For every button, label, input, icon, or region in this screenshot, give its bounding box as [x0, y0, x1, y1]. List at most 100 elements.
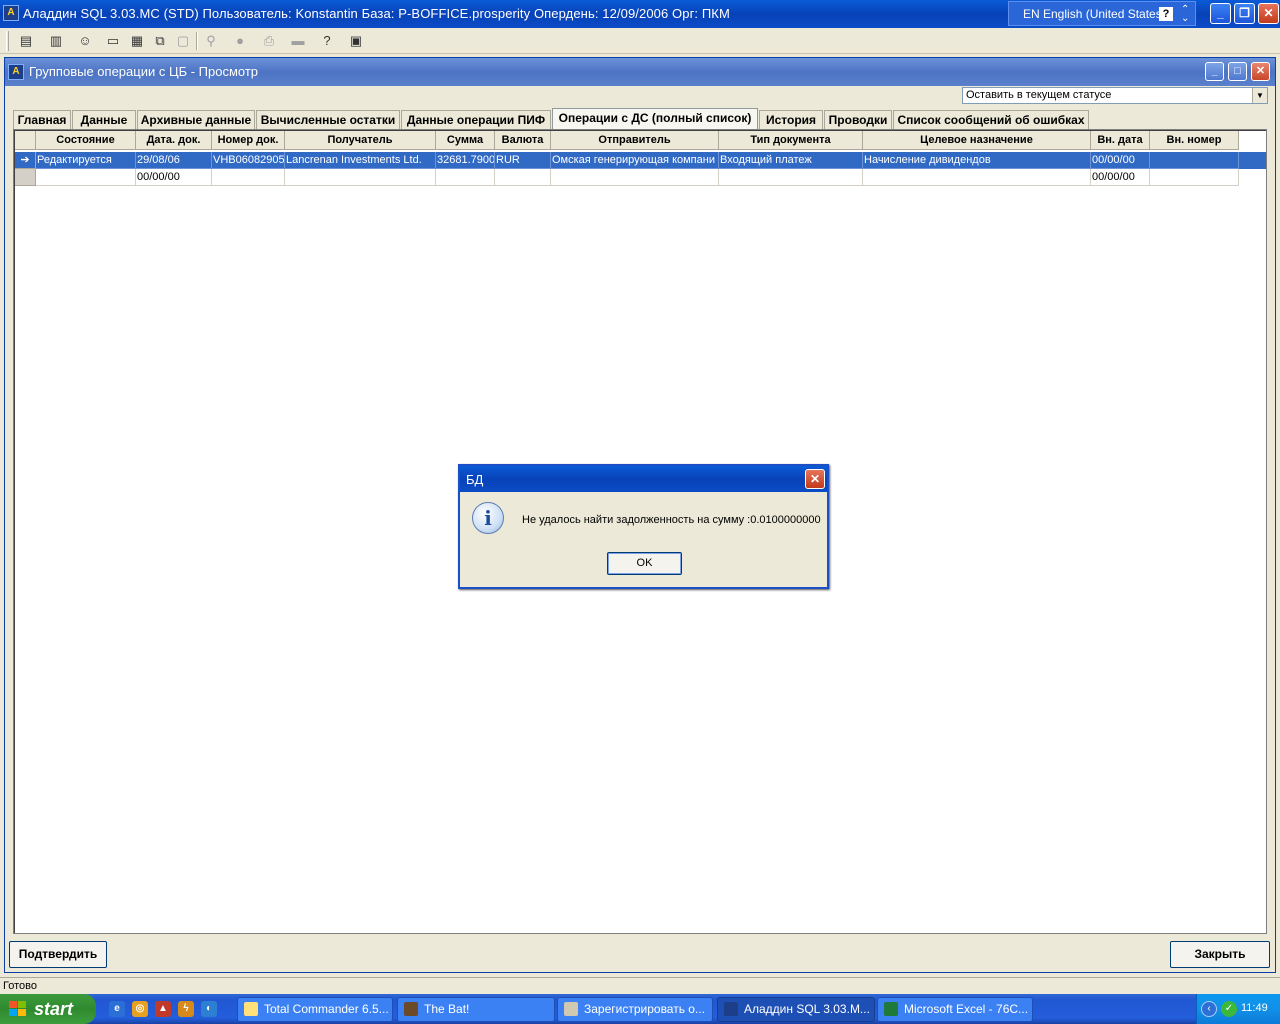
language-bar[interactable]: EN English (United States) ? ⌃ ⌄ — [1008, 1, 1196, 26]
lightning-icon[interactable]: ϟ — [178, 1001, 194, 1017]
close-window-button[interactable]: Закрыть — [1170, 941, 1270, 968]
table-row[interactable]: ➔ Редактируется 29/08/06 VHB06082905 Lan… — [15, 152, 1266, 169]
column-header[interactable]: Валюта — [495, 131, 551, 150]
tab-computed-balances[interactable]: Вычисленные остатки — [256, 110, 400, 130]
task-label: Зарегистрировать о... — [584, 1002, 705, 1016]
table-cell[interactable]: 00/00/00 — [136, 169, 212, 186]
child-close-button[interactable]: ✕ — [1251, 62, 1270, 81]
column-header[interactable]: Тип документа — [719, 131, 863, 150]
table-cell[interactable]: Редактируется — [36, 152, 136, 169]
child-titlebar[interactable]: A Групповые операции с ЦБ - Просмотр _ □… — [5, 58, 1275, 86]
column-header[interactable]: Дата. док. — [136, 131, 212, 150]
table-cell[interactable]: Входящий платеж — [719, 152, 863, 169]
language-bar-options-icon[interactable]: ⌃ ⌄ — [1181, 5, 1189, 24]
dialog-close-button[interactable]: ✕ — [805, 469, 825, 489]
tile-windows-icon[interactable]: ▦ — [127, 31, 147, 51]
status-select-value: Оставить в текущем статусе — [966, 89, 1112, 101]
table-cell[interactable]: RUR — [495, 152, 551, 169]
restore-button[interactable]: ❐ — [1234, 3, 1255, 24]
column-header[interactable]: Сумма — [436, 131, 495, 150]
cascade-windows-icon[interactable]: ⧉ — [150, 31, 170, 51]
table-cell[interactable] — [1150, 152, 1239, 169]
user-icon[interactable]: ☺ — [75, 31, 95, 51]
tab-main[interactable]: Главная — [13, 110, 71, 130]
child-window-icon[interactable]: A — [8, 64, 24, 80]
report-icon[interactable]: ▬ — [288, 31, 308, 51]
minimize-button[interactable]: _ — [1210, 3, 1231, 24]
tab-pif-operation-data[interactable]: Данные операции ПИФ — [401, 110, 551, 130]
calculator-icon[interactable]: ▤ — [16, 31, 36, 51]
internet-explorer-icon[interactable]: e — [109, 1001, 125, 1017]
tab-data[interactable]: Данные — [72, 110, 136, 130]
table-cell[interactable] — [863, 169, 1091, 186]
table-row[interactable]: 00/00/00 00/00/00 — [15, 169, 1239, 186]
table-cell[interactable] — [436, 169, 495, 186]
app-icon[interactable]: A — [3, 5, 19, 21]
table-cell[interactable] — [1150, 169, 1239, 186]
dialog-titlebar[interactable]: БД ✕ — [460, 466, 827, 492]
media-icon[interactable]: ◎ — [132, 1001, 148, 1017]
table-cell[interactable] — [285, 169, 436, 186]
table-cell[interactable] — [719, 169, 863, 186]
confirm-button[interactable]: Подтвердить — [9, 941, 107, 968]
column-header[interactable]: Состояние — [36, 131, 136, 150]
table-cell[interactable]: 00/00/00 — [1091, 152, 1150, 169]
table-cell[interactable]: VHB06082905 — [212, 152, 285, 169]
app-titlebar[interactable]: A Аладдин SQL 3.03.MC (STD) Пользователь… — [0, 0, 1280, 28]
window-icon[interactable]: ▭ — [103, 31, 123, 51]
system-tray: ‹ ✓ 11:49 — [1196, 994, 1280, 1024]
stop-icon[interactable]: ● — [230, 31, 250, 51]
table-cell[interactable]: 00/00/00 — [1091, 169, 1150, 186]
language-help-icon[interactable]: ? — [1159, 7, 1173, 21]
the-bat-icon — [404, 1002, 418, 1016]
minimize-windows-icon[interactable]: ▢ — [173, 31, 193, 51]
table-cell[interactable]: Начисление дивидендов — [863, 152, 1091, 169]
child-title: Групповые операции с ЦБ - Просмотр — [29, 64, 259, 79]
network-icon[interactable]: ✓ — [1221, 1001, 1237, 1017]
column-header[interactable]: Вн. номер — [1150, 131, 1239, 150]
column-header[interactable]: Номер док. — [212, 131, 285, 150]
table-cell[interactable]: 29/08/06 — [136, 152, 212, 169]
table-cell[interactable] — [495, 169, 551, 186]
language-indicator[interactable]: EN English (United States) — [1023, 7, 1166, 21]
start-button[interactable]: start — [0, 994, 96, 1024]
app-shortcut-icon[interactable]: ▲ — [155, 1001, 171, 1017]
show-desktop-icon[interactable]: ◐ — [201, 1001, 217, 1017]
task-excel[interactable]: Microsoft Excel - 76C... — [877, 997, 1033, 1022]
table-cell[interactable]: Омская генерирующая компани — [551, 152, 719, 169]
tab-archive-data[interactable]: Архивные данные — [137, 110, 255, 130]
help-icon[interactable]: ? — [317, 31, 337, 51]
task-aladdin[interactable]: Аладдин SQL 3.03.M... — [717, 997, 875, 1022]
child-minimize-button[interactable]: _ — [1205, 62, 1224, 81]
column-header[interactable]: Получатель — [285, 131, 436, 150]
tab-history[interactable]: История — [759, 110, 823, 130]
show-hidden-icons-icon[interactable]: ‹ — [1201, 1001, 1217, 1017]
table-cell[interactable]: Lancrenan Investments Ltd. — [285, 152, 436, 169]
toolbar-grip[interactable] — [6, 31, 9, 51]
close-button[interactable]: ✕ — [1258, 3, 1279, 24]
task-register[interactable]: Зарегистрировать о... — [557, 997, 713, 1022]
chevron-down-icon[interactable]: ▼ — [1252, 88, 1267, 103]
task-total-commander[interactable]: Total Commander 6.5... — [237, 997, 393, 1022]
table-cell[interactable] — [36, 169, 136, 186]
column-header[interactable]: Целевое назначение — [863, 131, 1091, 150]
table-cell[interactable] — [551, 169, 719, 186]
ok-button[interactable]: OK — [607, 552, 682, 575]
tab-cash-operations[interactable]: Операции с ДС (полный список) — [552, 108, 758, 130]
database-icon[interactable]: ▥ — [46, 31, 66, 51]
tab-postings[interactable]: Проводки — [824, 110, 892, 130]
tab-error-messages[interactable]: Список сообщений об ошибках — [893, 110, 1089, 130]
clock[interactable]: 11:49 — [1241, 1002, 1268, 1014]
column-header[interactable]: Вн. дата — [1091, 131, 1150, 150]
binoculars-icon[interactable]: ⚲ — [201, 31, 221, 51]
task-the-bat[interactable]: The Bat! — [397, 997, 555, 1022]
column-header[interactable]: Отправитель — [551, 131, 719, 150]
printer-icon[interactable]: ⎙ — [259, 31, 279, 51]
table-cell[interactable]: 32681.7900 — [436, 152, 495, 169]
table-cell[interactable] — [212, 169, 285, 186]
exit-icon[interactable]: ▣ — [346, 31, 366, 51]
status-select[interactable]: Оставить в текущем статусе ▼ — [962, 87, 1268, 104]
child-maximize-button[interactable]: □ — [1228, 62, 1247, 81]
current-row-arrow-icon: ➔ — [15, 152, 36, 169]
information-icon: i — [472, 502, 504, 534]
